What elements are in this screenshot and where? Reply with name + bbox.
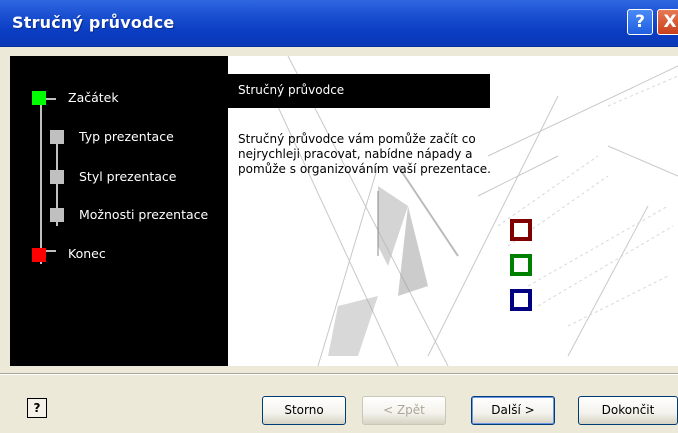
wizard-window: Stručný průvodce ? X Začátek Typ prezent… bbox=[0, 0, 678, 433]
step-label-type[interactable]: Typ prezentace bbox=[79, 129, 174, 144]
wizard-content: Začátek Typ prezentace Styl prezentace M… bbox=[10, 56, 678, 366]
title-help-button[interactable]: ? bbox=[627, 9, 653, 35]
step-sidebar: Začátek Typ prezentace Styl prezentace M… bbox=[10, 56, 228, 366]
divider-highlight bbox=[0, 374, 678, 375]
step-marker-start bbox=[32, 91, 46, 105]
panel-description: Stručný průvodce vám pomůže začít co nej… bbox=[238, 132, 491, 176]
step-marker-options bbox=[50, 208, 64, 222]
back-button[interactable]: < Zpět bbox=[362, 396, 446, 425]
panel-heading: Stručný průvodce bbox=[238, 83, 345, 97]
finish-button[interactable]: Dokončit bbox=[578, 396, 678, 425]
step-label-options[interactable]: Možnosti prezentace bbox=[79, 207, 208, 222]
step-label-start[interactable]: Začátek bbox=[68, 90, 119, 105]
info-panel: Stručný průvodce Stručný průvodce vám po… bbox=[228, 56, 678, 366]
cancel-button[interactable]: Storno bbox=[262, 396, 346, 425]
panel-heading-bar: Stručný průvodce bbox=[228, 74, 490, 108]
next-button[interactable]: Další > bbox=[471, 396, 555, 425]
step-label-end[interactable]: Konec bbox=[68, 246, 106, 261]
window-title: Stručný průvodce bbox=[12, 13, 175, 32]
close-button[interactable]: X bbox=[657, 9, 678, 35]
title-bar[interactable]: Stručný průvodce ? X bbox=[0, 0, 678, 47]
step-marker-end bbox=[32, 248, 46, 262]
step-marker-type bbox=[50, 130, 64, 144]
color-boxes-icon bbox=[510, 219, 532, 311]
help-icon[interactable]: ? bbox=[27, 398, 47, 418]
step-connector-line bbox=[40, 98, 42, 264]
step-label-style[interactable]: Styl prezentace bbox=[79, 169, 176, 184]
step-marker-style bbox=[50, 170, 64, 184]
